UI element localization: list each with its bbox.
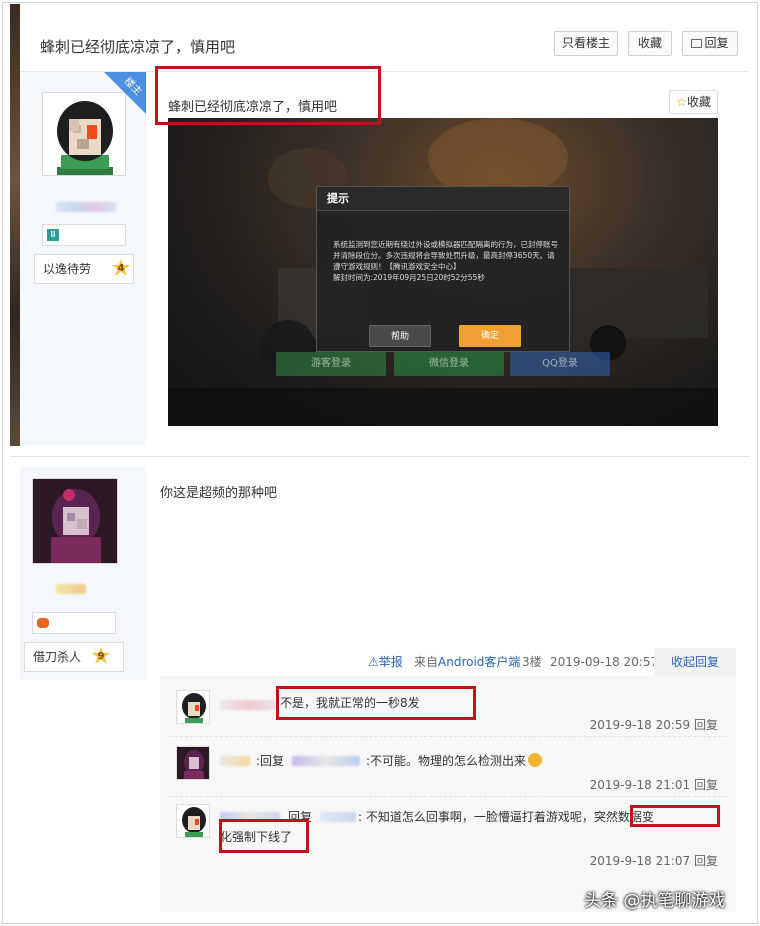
post-divider xyxy=(10,456,750,457)
post-favorite-button[interactable]: ☆收藏 xyxy=(669,90,718,114)
background-strip xyxy=(10,4,20,446)
reply-button[interactable]: 回复 xyxy=(682,31,738,56)
qq-login-button: QQ登录 xyxy=(510,352,610,376)
username-blurred[interactable] xyxy=(56,202,116,212)
avatar-image xyxy=(33,479,117,563)
avatar-image xyxy=(177,747,209,779)
comment-meta: 2019-9-18 21:01 回复 xyxy=(590,776,718,793)
dialog-title: 提示 xyxy=(317,187,569,211)
avatar-image xyxy=(177,805,209,837)
star-outline-icon: ☆ xyxy=(676,95,687,109)
comment-reply-link[interactable]: 回复 xyxy=(694,778,718,792)
guest-login-button: 游客登录 xyxy=(276,352,386,376)
gamepad-icon xyxy=(37,618,49,628)
level-badge: Ⅲ xyxy=(42,224,126,246)
level-icon: Ⅲ xyxy=(47,229,59,241)
comment3-highlight-box-2 xyxy=(219,819,309,853)
comment1-highlight-box xyxy=(276,686,476,720)
watermark: 头条 @执笔聊游戏 xyxy=(584,891,726,911)
reply-target-blurred[interactable] xyxy=(320,812,356,822)
comment-time: 2019-9-18 20:59 xyxy=(589,718,691,732)
game-screenshot[interactable]: 游客登录 微信登录 QQ登录 提示 系统监测到您近期有绕过外设或模拟器匹配隔离的… xyxy=(168,118,718,426)
report-link[interactable]: ⚠举报 xyxy=(368,650,403,678)
comment-icon xyxy=(691,39,703,48)
level-star-icon: 9 xyxy=(92,647,110,664)
title-highlight-box xyxy=(155,66,381,125)
comment-meta: 2019-9-18 20:59 回复 xyxy=(590,716,718,733)
source-link[interactable]: Android客户端 xyxy=(438,655,520,669)
comment-text: :不可能。物理的怎么检测出来 xyxy=(366,752,543,769)
comment-avatar[interactable] xyxy=(176,746,210,780)
rank-title: 借刀杀人 xyxy=(33,650,82,664)
reply-content: 你这是超频的那种吧 xyxy=(160,486,278,501)
thread-title: 蜂刺已经彻底凉凉了，慎用吧 xyxy=(40,38,236,56)
comment-meta: 2019-9-18 21:07 回复 xyxy=(590,852,718,869)
post-favorite-label: 收藏 xyxy=(686,95,711,109)
comment-prefix: :回复 xyxy=(256,754,285,768)
collapse-replies-button[interactable]: 收起回复 xyxy=(654,648,736,676)
reply-target-blurred[interactable] xyxy=(292,756,360,766)
comment-reply-link[interactable]: 回复 xyxy=(694,854,718,868)
level-badge xyxy=(32,612,116,634)
comment-separator xyxy=(170,796,726,797)
post-source: 来自Android客户端 xyxy=(414,655,521,669)
rank-badge: 借刀杀人 9 xyxy=(24,642,124,672)
comment3-highlight-box xyxy=(630,805,720,827)
avatar-image xyxy=(177,691,209,723)
comment-separator xyxy=(170,736,726,737)
dialog-help-button: 帮助 xyxy=(369,325,431,347)
rank-badge: 以逸待劳 4 xyxy=(34,254,134,284)
comment-time: 2019-9-18 21:01 xyxy=(589,778,691,792)
comment-time: 2019-9-18 21:07 xyxy=(589,854,691,868)
commenter-blurred[interactable] xyxy=(220,700,276,710)
warning-icon: ⚠ xyxy=(368,655,379,669)
dialog-ok-button: 确定 xyxy=(459,325,521,347)
favorite-button[interactable]: 收藏 xyxy=(628,31,672,56)
commenter-blurred[interactable] xyxy=(220,756,250,766)
avatar[interactable] xyxy=(32,478,118,564)
report-label: 举报 xyxy=(378,655,403,669)
op-badge: 楼主 xyxy=(104,72,146,114)
dialog-message: 系统监测到您近期有绕过外设或模拟器匹配隔离的行为，已封停账号并清除段位分。多次违… xyxy=(333,240,558,282)
floor-number: 3楼 xyxy=(522,655,542,669)
comment-reply-link[interactable]: 回复 xyxy=(694,718,718,732)
rank-title: 以逸待劳 xyxy=(43,262,92,276)
unban-time: 解封时间为:2019年09月25日20时52分55秒 xyxy=(333,273,485,282)
angry-emoji-icon xyxy=(528,753,543,767)
comment-text: : 不知道怎么回事啊，一脸懵逼打着游戏呢，突然数据变 xyxy=(358,810,654,824)
post-time: 2019-09-18 20:57 xyxy=(550,655,659,669)
post1-content: 蜂刺已经彻底凉凉了，慎用吧 ☆收藏 游客登录 微信登录 QQ登录 提示 系统监测… xyxy=(146,72,748,446)
username-blurred[interactable] xyxy=(56,584,86,594)
thread-header: 蜂刺已经彻底凉凉了，慎用吧 只看楼主 收藏 回复 xyxy=(20,18,748,72)
comment-avatar[interactable] xyxy=(176,690,210,724)
reply-button-label: 回复 xyxy=(704,36,729,50)
wechat-login-button: 微信登录 xyxy=(394,352,504,376)
level-star-icon: 4 xyxy=(112,259,130,276)
post2-author-panel: 借刀杀人 9 xyxy=(20,466,146,680)
only-op-button[interactable]: 只看楼主 xyxy=(554,31,618,56)
ban-dialog: 提示 系统监测到您近期有绕过外设或模拟器匹配隔离的行为，已封停账号并清除段位分。… xyxy=(316,186,570,352)
post1-author-panel: 楼主 Ⅲ 以逸待劳 4 xyxy=(20,72,146,446)
comment-avatar[interactable] xyxy=(176,804,210,838)
